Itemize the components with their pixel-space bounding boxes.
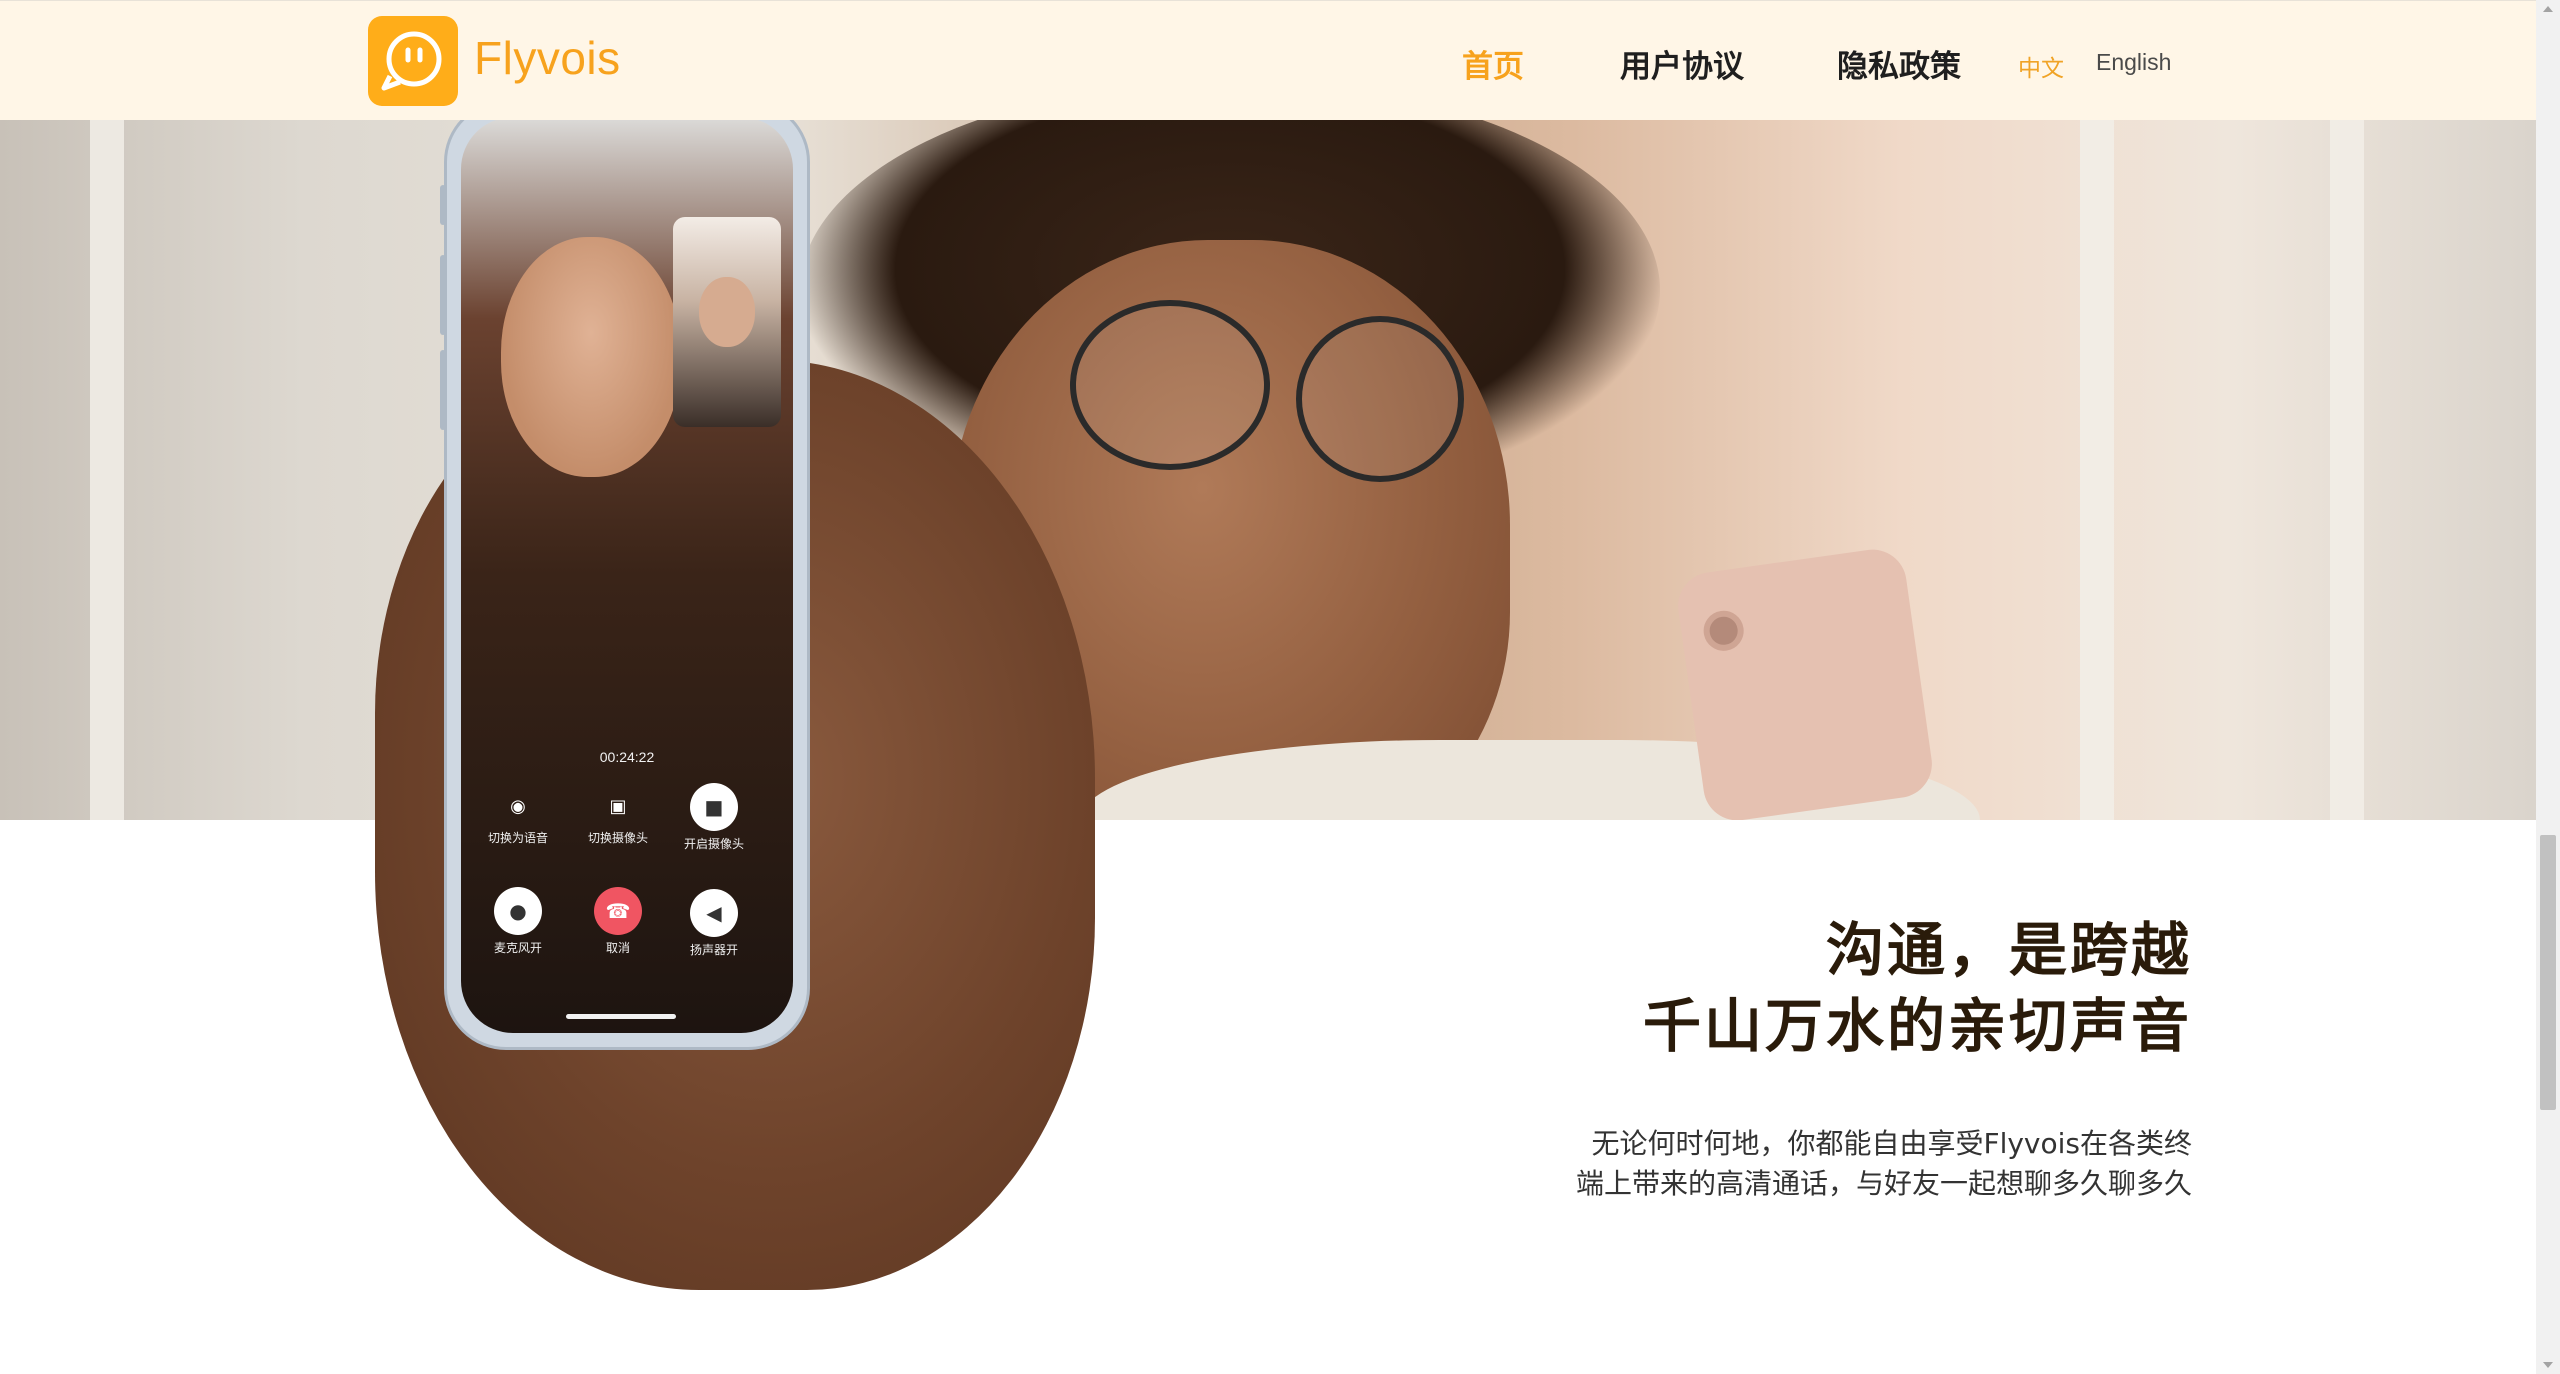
window-frame bbox=[2330, 120, 2364, 820]
control-label: 开启摄像头 bbox=[683, 837, 744, 851]
window-frame bbox=[2080, 120, 2114, 820]
hero-headline: 沟通，是跨越 千山万水的亲切声音 bbox=[1643, 912, 2192, 1064]
control-label: 切换为语音 bbox=[487, 831, 548, 845]
nav-home[interactable]: 首页 bbox=[1462, 41, 1524, 86]
nav-privacy-policy[interactable]: 隐私政策 bbox=[1837, 41, 1961, 86]
glasses-lens-right bbox=[1296, 316, 1464, 482]
headline-line: 千山万水的亲切声音 bbox=[1642, 992, 2192, 1060]
video-camera-icon: ■ bbox=[690, 783, 738, 831]
glasses-lens-left bbox=[1070, 300, 1270, 470]
page: 00:24:22 ◉ 切换为语音 ▣ 切换摄像头 ■ 开启摄像头 ● 麦克风开 … bbox=[0, 0, 2560, 1374]
switch-to-voice-control: ◉ 切换为语音 bbox=[473, 789, 563, 846]
site-header: Flyvois 首页 用户协议 隐私政策 中文 English bbox=[0, 0, 2536, 120]
nav-user-agreement[interactable]: 用户协议 bbox=[1620, 41, 1744, 86]
window-frame bbox=[90, 120, 124, 820]
hang-up-control: ☎ 取消 bbox=[573, 887, 663, 956]
scroll-thumb[interactable] bbox=[2540, 835, 2556, 1110]
home-indicator bbox=[566, 1014, 676, 1019]
pink-phone bbox=[1673, 545, 1937, 820]
scroll-down-arrow-icon[interactable] bbox=[2543, 1362, 2553, 1368]
description-line: 无论何时何地，你都能自由享受Flyvois在各类终 bbox=[1591, 1127, 2192, 1160]
camera-switch-icon: ▣ bbox=[609, 796, 627, 817]
speaker-icon: ◀ bbox=[690, 889, 738, 937]
phone-side-button bbox=[440, 185, 446, 225]
description-line: 端上带来的高清通话，与好友一起想聊多久聊多久 bbox=[1575, 1167, 2192, 1200]
control-label: 切换摄像头 bbox=[587, 831, 648, 845]
brand-name[interactable]: Flyvois bbox=[474, 31, 621, 85]
lang-chinese[interactable]: 中文 bbox=[2018, 49, 2064, 83]
page-scrollbar[interactable] bbox=[2536, 0, 2560, 1374]
self-view-thumbnail bbox=[673, 217, 781, 427]
speaker-control: ◀ 扬声器开 bbox=[669, 889, 759, 958]
microphone-icon: ● bbox=[494, 887, 542, 935]
hang-up-icon: ☎ bbox=[594, 887, 642, 935]
phone-side-button bbox=[440, 255, 446, 335]
caller-face bbox=[501, 237, 681, 477]
call-timer: 00:24:22 bbox=[599, 749, 655, 765]
control-label: 扬声器开 bbox=[689, 943, 738, 957]
control-label: 取消 bbox=[605, 941, 630, 955]
hero-description: 无论何时何地，你都能自由享受Flyvois在各类终 端上带来的高清通话，与好友一… bbox=[1576, 1124, 2192, 1204]
scroll-up-arrow-icon[interactable] bbox=[2543, 6, 2553, 12]
phone-mockup: 00:24:22 ◉ 切换为语音 ▣ 切换摄像头 ■ 开启摄像头 ● 麦克风开 … bbox=[444, 100, 810, 1050]
control-label: 麦克风开 bbox=[493, 941, 542, 955]
lang-english[interactable]: English bbox=[2096, 49, 2171, 76]
voice-wave-icon: ◉ bbox=[510, 796, 526, 817]
logo[interactable] bbox=[368, 16, 458, 106]
open-camera-control: ■ 开启摄像头 bbox=[669, 783, 759, 852]
chat-bubble-face-icon bbox=[381, 31, 442, 91]
phone-side-button bbox=[440, 350, 446, 430]
switch-camera-control: ▣ 切换摄像头 bbox=[573, 789, 663, 846]
microphone-control: ● 麦克风开 bbox=[473, 887, 563, 956]
headline-line: 沟通，是跨越 bbox=[1825, 916, 2192, 984]
video-call-screen: 00:24:22 ◉ 切换为语音 ▣ 切换摄像头 ■ 开启摄像头 ● 麦克风开 … bbox=[461, 117, 793, 1033]
